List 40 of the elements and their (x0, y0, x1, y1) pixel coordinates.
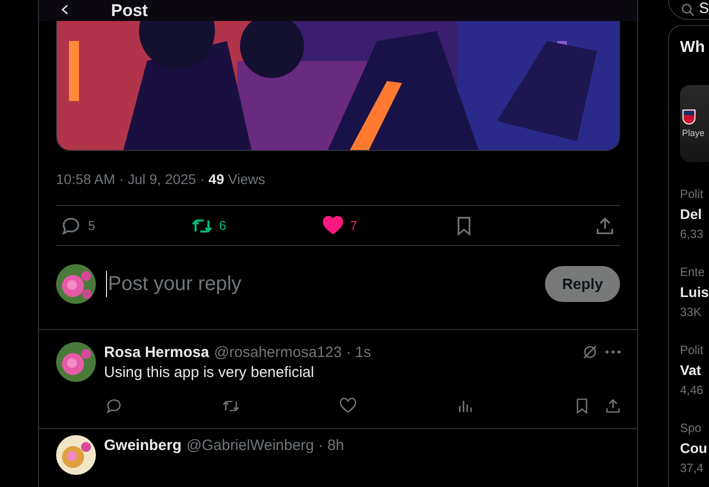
search-field[interactable]: S (668, 0, 709, 20)
trend-count: 37,4 (680, 460, 704, 477)
trend-category: Ente (680, 264, 705, 281)
trend-category: Spo (680, 420, 702, 437)
reply-text: Using this app is very beneficial (104, 363, 316, 383)
trend-item[interactable]: Ente Luis 33K (680, 263, 709, 321)
tile-label: Playe (682, 128, 706, 138)
trend-name: Luis (680, 283, 709, 302)
page-title: Post (111, 0, 148, 21)
reply-input[interactable]: Post your reply (106, 271, 535, 297)
heart-icon[interactable] (322, 214, 344, 237)
user-name[interactable]: Rosa Hermosa (104, 344, 210, 360)
user-handle: @rosahermosa123 · 1s (214, 344, 372, 360)
user-name[interactable]: Gweinberg (104, 436, 182, 454)
more-icon[interactable] (604, 349, 622, 355)
post-meta: 10:58 AM · Jul 9, 2025 · 49 Views (56, 170, 266, 188)
featured-tile[interactable]: Playe (680, 85, 709, 162)
trend-name: Del (680, 205, 702, 224)
action-count: 6 (219, 218, 226, 234)
search-icon (681, 3, 695, 17)
action-count: 5 (88, 218, 96, 234)
trend-count: 4,46 (680, 382, 704, 399)
card-title: Wh (680, 38, 706, 58)
action-count: 7 (350, 218, 358, 234)
trend-count: 33K (680, 304, 702, 321)
trend-item[interactable]: Polit Vat 4,46 (680, 341, 709, 399)
trend-category: Polit (680, 186, 704, 203)
trend-name: Vat (680, 361, 702, 380)
trend-category: Polit (680, 342, 704, 359)
share-icon[interactable] (594, 214, 616, 237)
trend-name: Cou (680, 439, 708, 458)
reply-icon[interactable] (105, 397, 123, 415)
trend-item[interactable]: Polit Del 6,33 (680, 185, 709, 243)
trend-item[interactable]: Spo Cou 37,4 (680, 419, 709, 477)
shield-icon (682, 109, 696, 125)
circle-slash-icon[interactable] (581, 343, 599, 361)
trend-count: 6,33 (680, 226, 704, 243)
user-handle: @GabrielWeinberg · 8h (186, 436, 344, 454)
share-icon[interactable] (604, 397, 622, 415)
heart-icon[interactable] (339, 397, 357, 415)
